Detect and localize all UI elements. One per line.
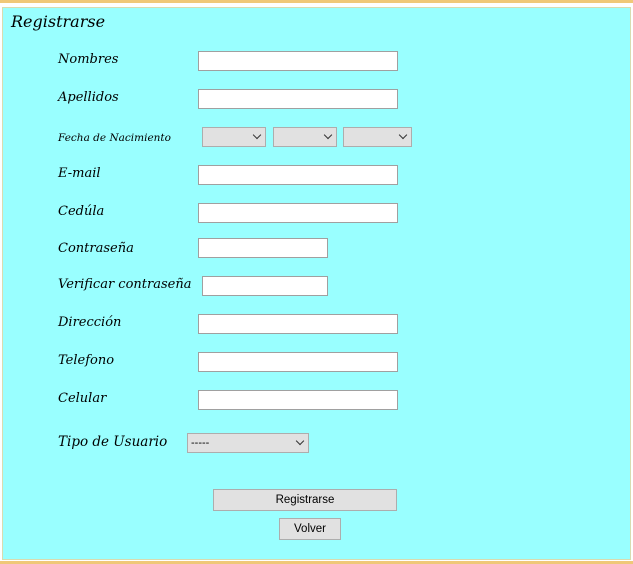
volver-button[interactable]: Volver bbox=[279, 518, 341, 540]
email-label: E-mail bbox=[58, 166, 101, 181]
tipo-usuario-label: Tipo de Usuario bbox=[58, 434, 168, 450]
chevron-down-icon bbox=[323, 130, 333, 140]
cedula-field[interactable] bbox=[198, 203, 398, 223]
chevron-down-icon bbox=[295, 436, 305, 446]
password-confirm-label: Verificar contraseña bbox=[58, 277, 192, 292]
cedula-label: Cedúla bbox=[58, 204, 105, 219]
password-confirm-field[interactable] bbox=[202, 276, 328, 296]
tipo-usuario-select[interactable]: ----- bbox=[187, 433, 309, 453]
celular-field[interactable] bbox=[198, 390, 398, 410]
apellidos-label: Apellidos bbox=[58, 90, 119, 105]
password-label: Contraseña bbox=[58, 241, 134, 256]
chevron-down-icon bbox=[252, 130, 262, 140]
birth-day-select[interactable] bbox=[202, 127, 266, 147]
telefono-field[interactable] bbox=[198, 352, 398, 372]
direccion-label: Dirección bbox=[58, 315, 122, 330]
nombres-field[interactable] bbox=[198, 51, 398, 71]
nombres-label: Nombres bbox=[58, 52, 119, 67]
birth-year-select[interactable] bbox=[343, 127, 412, 147]
registrarse-button[interactable]: Registrarse bbox=[213, 489, 397, 511]
apellidos-field[interactable] bbox=[198, 89, 398, 109]
chevron-down-icon bbox=[398, 130, 408, 140]
form-legend: Registrarse bbox=[11, 12, 106, 31]
telefono-label: Telefono bbox=[58, 353, 115, 368]
direccion-field[interactable] bbox=[198, 314, 398, 334]
tipo-usuario-value: ----- bbox=[191, 437, 210, 449]
fecha-nacimiento-label: Fecha de Nacimiento bbox=[58, 132, 171, 144]
password-field[interactable] bbox=[198, 238, 328, 258]
birth-month-select[interactable] bbox=[273, 127, 337, 147]
celular-label: Celular bbox=[58, 391, 107, 406]
email-field[interactable] bbox=[198, 165, 398, 185]
